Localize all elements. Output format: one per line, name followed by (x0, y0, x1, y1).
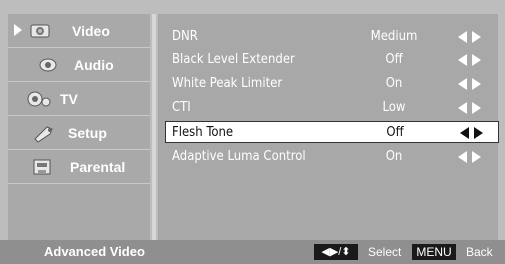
setting-value: Off (386, 125, 404, 140)
left-right-arrows-icon[interactable] (458, 78, 490, 90)
parental-icon (30, 156, 56, 178)
sidebar-item-label: TV (60, 91, 78, 107)
sidebar-item-label: Parental (70, 159, 126, 175)
audio-icon (36, 54, 62, 76)
setting-name: DNR (172, 29, 198, 44)
setting-value: Low (382, 100, 406, 115)
page-title: Advanced Video (44, 244, 145, 259)
setting-row-cti[interactable]: CTI Low (158, 97, 498, 119)
sidebar-item-parental[interactable]: Parental (8, 150, 150, 184)
sidebar-item-audio[interactable]: Audio (8, 48, 150, 82)
panel-divider (152, 14, 156, 240)
setting-row-black-level-extender[interactable]: Black Level Extender Off (158, 49, 498, 71)
setting-row-white-peak-limiter[interactable]: White Peak Limiter On (158, 73, 498, 95)
sidebar-item-tv[interactable]: TV (8, 82, 150, 116)
setting-row-dnr[interactable]: DNR Medium (158, 26, 498, 48)
setting-row-adaptive-luma-control[interactable]: Adaptive Luma Control On (158, 146, 498, 168)
setting-row-flesh-tone[interactable]: Flesh Tone Off (165, 121, 499, 143)
setting-value: On (385, 149, 403, 164)
setting-value: Medium (370, 29, 418, 44)
tv-menu-screen: Video Audio TV Setup Parental DNR Medium… (0, 0, 505, 264)
setting-name: White Peak Limiter (172, 76, 283, 91)
selected-pointer-icon (14, 24, 22, 36)
setting-name: CTI (172, 100, 191, 115)
setting-value: Off (385, 52, 403, 67)
left-right-arrows-icon[interactable] (460, 127, 492, 139)
left-right-arrows-icon[interactable] (458, 151, 490, 163)
sidebar-item-setup[interactable]: Setup (8, 116, 150, 150)
menu-key-icon: MENU (412, 244, 456, 260)
menu-sidebar: Video Audio TV Setup Parental (8, 14, 150, 240)
setup-icon (32, 122, 58, 144)
sidebar-item-label: Audio (74, 57, 114, 73)
sidebar-item-video[interactable]: Video (8, 14, 150, 48)
select-hint-label: Select (368, 245, 402, 259)
left-right-arrows-icon[interactable] (458, 102, 490, 114)
tv-icon (26, 88, 52, 110)
setting-name: Flesh Tone (172, 125, 234, 140)
advanced-video-settings: DNR Medium Black Level Extender Off Whit… (158, 14, 499, 240)
left-right-arrows-icon[interactable] (458, 54, 490, 66)
left-right-arrows-icon[interactable] (458, 31, 490, 43)
menu-footer: Advanced Video ◀▶/⬍ Select MENU Back (0, 240, 505, 264)
sidebar-item-label: Setup (68, 125, 107, 141)
setting-value: On (385, 76, 403, 91)
back-hint-label: Back (466, 245, 493, 259)
setting-name: Adaptive Luma Control (172, 149, 306, 164)
video-icon (28, 20, 54, 42)
setting-name: Black Level Extender (172, 52, 295, 67)
sidebar-item-label: Video (72, 23, 110, 39)
nav-key-icon: ◀▶/⬍ (314, 244, 358, 260)
